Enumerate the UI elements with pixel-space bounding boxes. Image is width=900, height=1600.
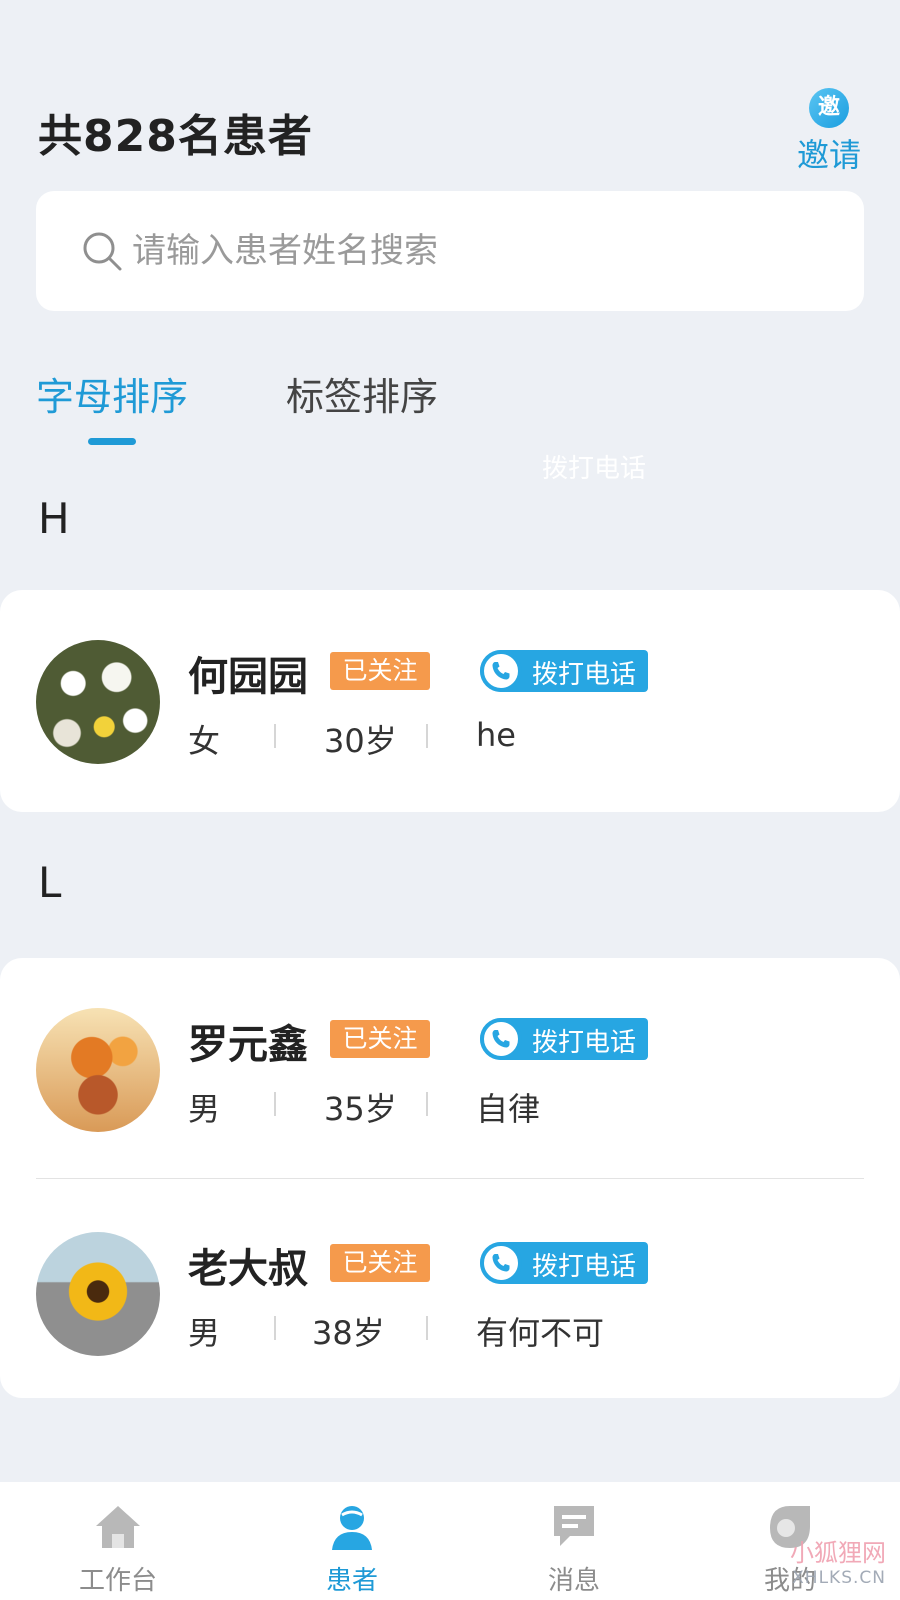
separator [426,1092,428,1116]
patient-tag: 有何不可 [476,1314,605,1352]
patient-row[interactable]: 老大叔 已关注 拨打电话 男 38岁 有何不可 [0,1232,900,1382]
patient-row[interactable]: 罗元鑫 已关注 拨打电话 男 35岁 自律 [0,1008,900,1158]
watermark: 小狐狸网 XHLKS.CN [790,1533,886,1588]
tab-alphabetical[interactable]: 字母排序 [36,366,188,421]
separator [426,1316,428,1340]
invite-icon: 邀 [809,88,849,128]
row-divider [36,1178,864,1179]
phone-icon [480,650,522,692]
separator [426,724,428,748]
patient-name: 何园园 [188,654,308,700]
invite-button[interactable]: 邀 邀请 [794,88,864,176]
home-icon [96,1506,140,1548]
avatar [36,1008,160,1132]
nav-messages[interactable]: 消息 [484,1482,664,1600]
patient-name: 老大叔 [188,1246,308,1292]
followed-badge: 已关注 [330,1020,430,1058]
phone-icon [480,1242,522,1284]
message-icon [554,1506,594,1546]
tab-tag-sort[interactable]: 标签排序 [286,366,438,421]
call-button[interactable]: 拨打电话 [480,650,648,692]
search-input[interactable] [132,221,812,281]
nav-label: 患者 [325,1566,378,1596]
invite-label: 邀请 [796,136,861,174]
patient-age: 30岁 [324,722,397,760]
patient-card-group-h: 何园园 已关注 拨打电话 女 30岁 he [0,590,900,812]
call-label: 拨打电话 [532,1028,637,1058]
patient-gender: 女 [188,722,221,760]
page-title: 共828名患者 [38,111,313,162]
header: 共828名患者 邀 邀请 [38,88,864,174]
patient-tag: 自律 [476,1090,541,1128]
call-button[interactable]: 拨打电话 [480,1242,648,1284]
nav-label: 消息 [547,1566,600,1596]
patient-gender: 男 [188,1090,221,1128]
call-button[interactable]: 拨打电话 [480,1018,648,1060]
separator [274,724,276,748]
sort-tabs: 字母排序 标签排序 [36,366,636,456]
patient-icon [332,1506,372,1550]
nav-patients[interactable]: 患者 [262,1482,442,1600]
patient-tag: he [476,716,516,754]
followed-badge: 已关注 [330,1244,430,1282]
nav-label: 工作台 [78,1566,157,1596]
avatar [36,1232,160,1356]
section-letter-h: H [38,494,70,543]
section-letter-l: L [38,858,62,907]
patient-age: 38岁 [312,1314,385,1352]
ghost-call-text: 拨打电话 [542,454,647,484]
patient-card-group-l: 罗元鑫 已关注 拨打电话 男 35岁 自律 老大叔 已关注 拨打电话 男 38岁… [0,958,900,1398]
nav-workbench[interactable]: 工作台 [28,1482,208,1600]
phone-icon [480,1018,522,1060]
bottom-nav: 工作台 患者 消息 我的 小狐狸网 XHLKS.CN [0,1482,900,1600]
search-icon [83,232,122,271]
separator [274,1316,276,1340]
patient-row[interactable]: 何园园 已关注 拨打电话 女 30岁 he [0,640,900,790]
avatar [36,640,160,764]
patient-gender: 男 [188,1314,221,1352]
watermark-url: XHLKS.CN [792,1568,886,1588]
call-label: 拨打电话 [532,1252,637,1282]
watermark-text: 小狐狸网 [790,1539,886,1567]
call-label: 拨打电话 [532,660,637,690]
separator [274,1092,276,1116]
followed-badge: 已关注 [330,652,430,690]
search-bar[interactable] [36,191,864,311]
active-tab-indicator [88,438,136,445]
patient-age: 35岁 [324,1090,397,1128]
patient-name: 罗元鑫 [188,1022,308,1068]
